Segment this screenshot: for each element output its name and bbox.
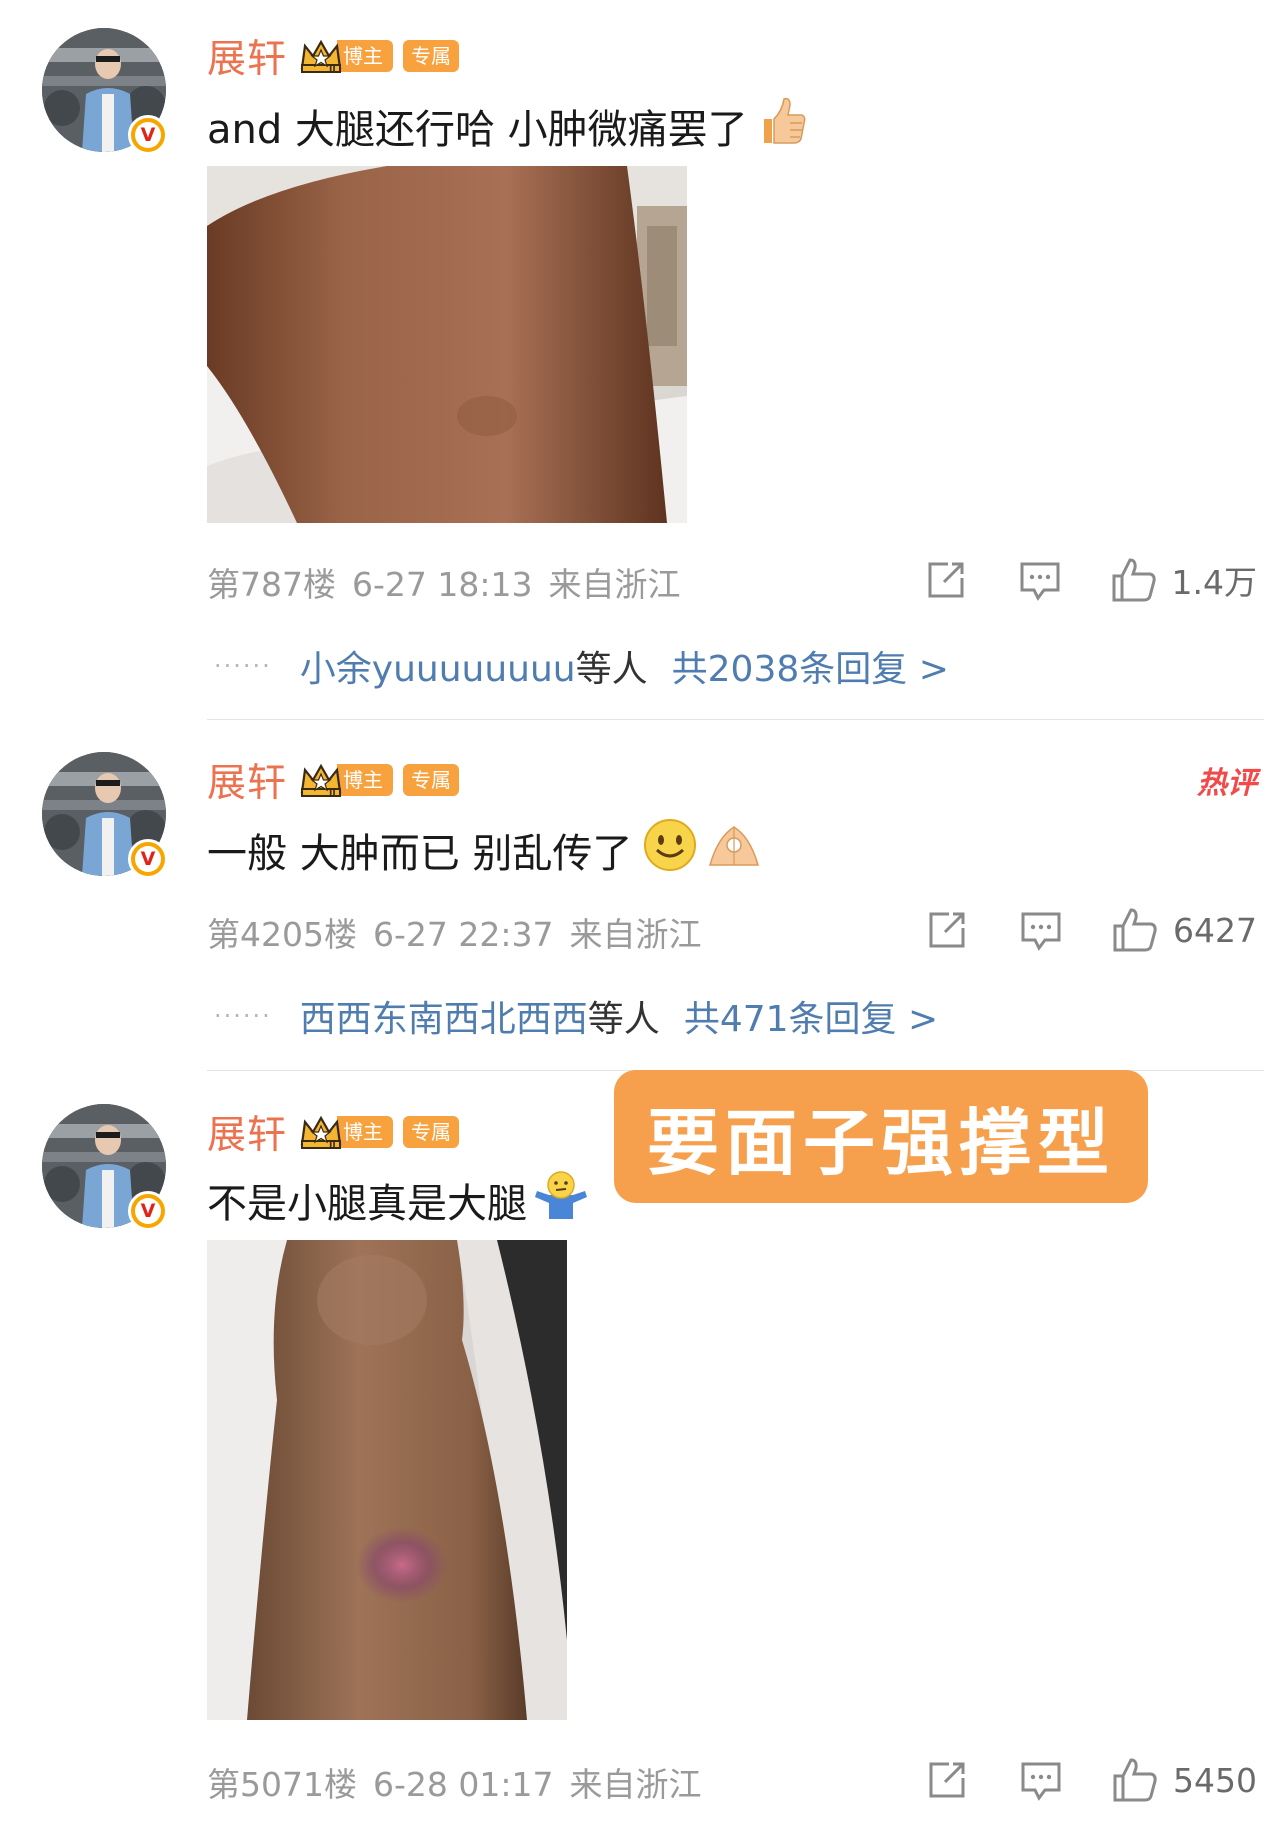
reply-user-names[interactable]: 小余yuuuuuuuu (300, 640, 576, 692)
comment-header: 展轩 II 博主 专属 (207, 752, 460, 808)
blogger-tag: 博主 (337, 1116, 394, 1148)
like-icon[interactable] (1111, 1756, 1159, 1804)
comment-text: 一般 大肿而已 别乱传了 (207, 819, 764, 878)
username[interactable]: 展轩 (207, 28, 287, 84)
svg-text:II: II (329, 65, 336, 74)
crown-icon: II (299, 762, 343, 799)
comment-actions: 1.4万 (876, 556, 1257, 604)
comment-actions: 6427 (877, 906, 1257, 954)
reply-etc: 等人 (575, 649, 648, 690)
reply-total-link[interactable]: 共2038条回复 > (672, 640, 949, 692)
like-count: 5450 (1173, 1760, 1257, 1800)
comment-header: 展轩 II 博主 专属 (207, 1104, 460, 1160)
exclusive-tag: 专属 (403, 764, 460, 796)
comment-date: 6-27 22:37 (372, 915, 554, 954)
comment-icon[interactable] (1017, 906, 1065, 954)
thumbs-up-icon (756, 95, 808, 157)
smile-icon (642, 817, 698, 883)
username[interactable]: 展轩 (207, 1104, 287, 1160)
reply-total-link[interactable]: 共471条回复 > (684, 990, 938, 1042)
comment-icon[interactable] (1017, 1756, 1065, 1804)
comment-photo-thigh[interactable] (207, 166, 687, 523)
fan-badge: II 博主 (299, 762, 394, 799)
ok-hand-icon (704, 817, 764, 883)
reply-etc: 等人 (587, 999, 660, 1040)
shrug-icon (531, 1167, 591, 1233)
verified-badge-icon: V (128, 1191, 168, 1231)
verified-badge-icon: V (128, 839, 168, 879)
crown-icon: II (299, 38, 343, 75)
svg-text:II: II (329, 789, 336, 798)
like-count: 1.4万 (1171, 563, 1257, 602)
comment-meta: 第787楼 6-27 18:13 来自浙江 (207, 558, 681, 606)
hot-comment-label: 热评 (1197, 766, 1257, 801)
comment-text: and 大腿还行哈 小肿微痛罢了 (207, 95, 808, 157)
like-icon[interactable] (1111, 906, 1159, 954)
comment-icon[interactable] (1016, 556, 1064, 604)
like-count: 6427 (1173, 910, 1257, 950)
blogger-tag: 博主 (337, 764, 394, 796)
reply-summary[interactable]: ······ 西西东南西北西西 等人 共471条回复 > (214, 990, 938, 1042)
fan-badge: II 博主 (299, 1114, 394, 1151)
blogger-tag: 博主 (337, 40, 394, 72)
reply-summary[interactable]: ······ 小余yuuuuuuuu 等人 共2038条回复 > (214, 640, 949, 692)
comment-date: 6-27 18:13 (352, 565, 533, 604)
exclusive-tag: 专属 (403, 40, 460, 72)
like-icon[interactable] (1110, 556, 1158, 604)
comment-meta: 第4205楼 6-27 22:37 来自浙江 (207, 908, 701, 956)
reply-dots: ······ (214, 652, 272, 680)
comment-header: 展轩 II 博主 专属 (207, 28, 460, 84)
fan-badge: II 博主 (299, 38, 394, 75)
comment-photo-leg[interactable] (207, 1240, 567, 1720)
overlay-caption: 要面子强撑型 (614, 1070, 1148, 1203)
floor-number: 第5071楼 (207, 1765, 357, 1804)
floor-number: 第787楼 (207, 565, 336, 604)
verified-badge-icon: V (128, 115, 168, 155)
svg-text:II: II (329, 1141, 336, 1150)
share-icon[interactable] (923, 906, 971, 954)
crown-icon: II (299, 1114, 343, 1151)
exclusive-tag: 专属 (403, 1116, 460, 1148)
comment-location: 来自浙江 (548, 565, 681, 604)
floor-number: 第4205楼 (207, 915, 357, 954)
reply-user-names[interactable]: 西西东南西北西西 (300, 990, 588, 1042)
share-icon[interactable] (923, 1756, 971, 1804)
comment-meta: 第5071楼 6-28 01:17 来自浙江 (207, 1758, 701, 1806)
comment-date: 6-28 01:17 (372, 1765, 554, 1804)
comment-location: 来自浙江 (569, 915, 702, 954)
username[interactable]: 展轩 (207, 752, 287, 808)
share-icon[interactable] (922, 556, 970, 604)
reply-dots: ······ (214, 1002, 272, 1030)
divider (207, 719, 1264, 720)
comment-text: 不是小腿真是大腿 (207, 1171, 591, 1228)
comment-location: 来自浙江 (569, 1765, 702, 1804)
comment-actions: 5450 (877, 1756, 1257, 1804)
